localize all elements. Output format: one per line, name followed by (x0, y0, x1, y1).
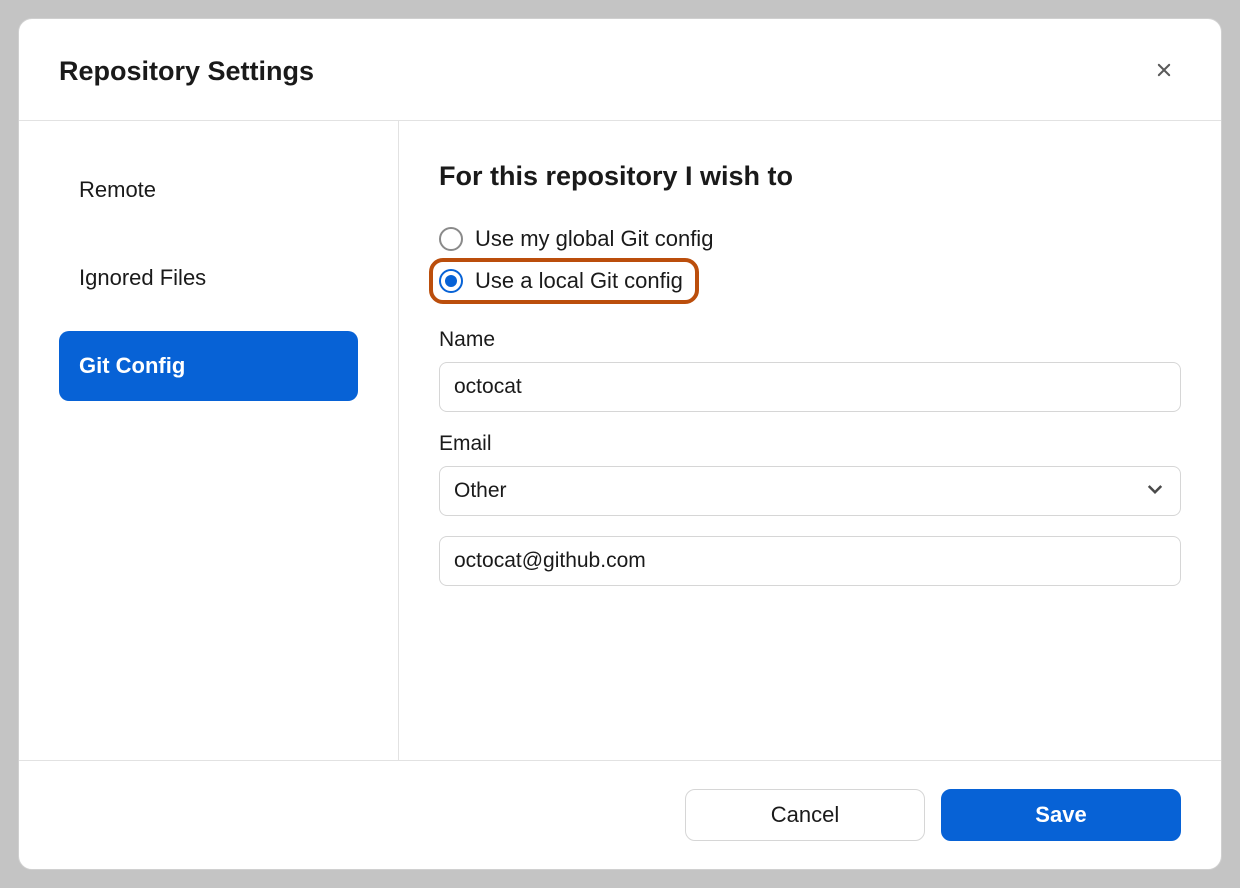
sidebar-item-remote[interactable]: Remote (59, 155, 358, 225)
main-pane: For this repository I wish to Use my glo… (399, 121, 1221, 760)
repository-settings-dialog: Repository Settings Remote Ignored Files… (18, 18, 1222, 870)
close-button[interactable] (1147, 53, 1181, 90)
sidebar-item-git-config[interactable]: Git Config (59, 331, 358, 401)
sidebar-item-label: Remote (79, 177, 156, 202)
dialog-header: Repository Settings (19, 19, 1221, 121)
git-config-radio-group: Use my global Git config Use a local Git… (439, 220, 1181, 304)
radio-icon (439, 269, 463, 293)
email-select-value: Other (454, 479, 507, 502)
dialog-backdrop: Repository Settings Remote Ignored Files… (0, 0, 1240, 888)
name-label: Name (439, 328, 1181, 352)
email-select-wrapper: Other (439, 466, 1181, 516)
sidebar-item-ignored-files[interactable]: Ignored Files (59, 243, 358, 313)
radio-icon (439, 227, 463, 251)
sidebar-item-label: Ignored Files (79, 265, 206, 290)
close-icon (1153, 59, 1175, 84)
radio-label: Use a local Git config (475, 268, 683, 294)
email-label: Email (439, 432, 1181, 456)
email-field-block: Email Other (439, 432, 1181, 586)
sidebar: Remote Ignored Files Git Config (19, 121, 399, 760)
section-heading: For this repository I wish to (439, 161, 1181, 192)
save-button[interactable]: Save (941, 789, 1181, 841)
dialog-title: Repository Settings (59, 56, 314, 87)
cancel-button[interactable]: Cancel (685, 789, 925, 841)
radio-global-git-config[interactable]: Use my global Git config (439, 220, 1181, 258)
name-field-block: Name (439, 328, 1181, 412)
radio-label: Use my global Git config (475, 226, 713, 252)
dialog-body: Remote Ignored Files Git Config For this… (19, 121, 1221, 760)
dialog-footer: Cancel Save (19, 760, 1221, 869)
name-input[interactable] (439, 362, 1181, 412)
sidebar-item-label: Git Config (79, 353, 185, 378)
radio-local-git-config[interactable]: Use a local Git config (429, 258, 699, 304)
email-select[interactable]: Other (439, 466, 1181, 516)
email-input[interactable] (439, 536, 1181, 586)
